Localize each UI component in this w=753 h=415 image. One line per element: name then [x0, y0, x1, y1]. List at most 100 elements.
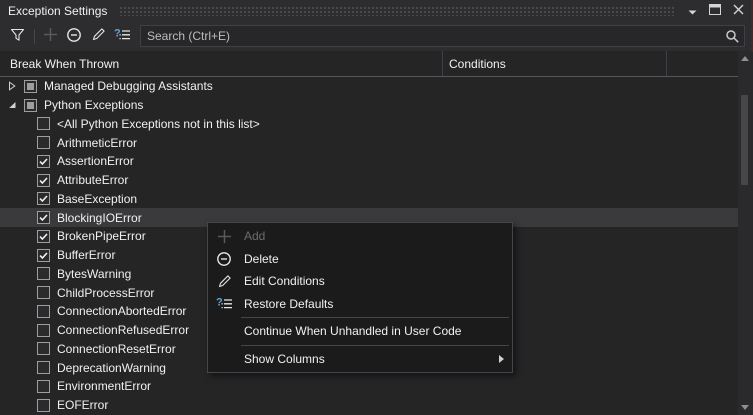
- indent: [8, 381, 30, 391]
- column-header-conditions[interactable]: Conditions: [443, 51, 667, 76]
- exception-label: BufferError: [57, 248, 115, 262]
- indent: [8, 156, 30, 166]
- menu-item-label: Restore Defaults: [244, 297, 333, 311]
- exception-label: AssertionError: [57, 154, 134, 168]
- exception-label: BytesWarning: [57, 267, 131, 281]
- column-header-label: Break When Thrown: [10, 57, 119, 71]
- exception-row[interactable]: <All Python Exceptions not in this list>: [0, 115, 738, 134]
- menu-item-show-columns[interactable]: Show Columns: [208, 348, 512, 371]
- delete-icon: [215, 251, 233, 267]
- menu-item-delete[interactable]: Delete: [208, 248, 512, 271]
- indent: [8, 344, 30, 354]
- exception-label: ConnectionRefusedError: [57, 323, 189, 337]
- exception-row[interactable]: EOFError: [0, 396, 738, 415]
- delete-exception-button[interactable]: [65, 27, 83, 45]
- exception-row[interactable]: ArithmeticError: [0, 133, 738, 152]
- menu-item-label: Continue When Unhandled in User Code: [244, 324, 461, 338]
- toolbar-separator: [34, 29, 35, 44]
- add-exception-button[interactable]: [41, 27, 59, 45]
- menu-item-edit-conditions[interactable]: Edit Conditions: [208, 270, 512, 293]
- exception-label: ConnectionAbortedError: [57, 304, 186, 318]
- scrollbar-thumb[interactable]: [741, 95, 748, 185]
- vertical-scrollbar[interactable]: [738, 51, 751, 415]
- exception-label: BrokenPipeError: [57, 229, 146, 243]
- search-input[interactable]: [141, 29, 723, 43]
- indent: [8, 325, 30, 335]
- exception-row[interactable]: Python Exceptions: [0, 96, 738, 115]
- checkbox-checked[interactable]: [37, 249, 50, 262]
- filter-icon: [10, 28, 25, 45]
- exception-label: EOFError: [57, 398, 108, 412]
- window-position-button[interactable]: [684, 3, 700, 19]
- exception-label: ArithmeticError: [57, 136, 137, 150]
- scroll-down-button[interactable]: [738, 400, 751, 415]
- drag-grip[interactable]: [119, 6, 674, 16]
- close-icon: [733, 4, 744, 18]
- indent: [8, 175, 30, 185]
- svg-text:?: ?: [216, 297, 223, 309]
- menu-item-label: Show Columns: [244, 352, 325, 366]
- exception-label: DeprecationWarning: [57, 361, 166, 375]
- menu-item-continue-when-unhandled-in-user-code[interactable]: Continue When Unhandled in User Code: [208, 320, 512, 343]
- edit-conditions-icon: [215, 274, 233, 289]
- menu-separator: [241, 345, 509, 346]
- checkbox-unchecked[interactable]: [37, 286, 50, 299]
- checkbox-checked[interactable]: [37, 230, 50, 243]
- collapsed-expander-icon[interactable]: [8, 81, 17, 91]
- menu-item-restore-defaults[interactable]: ? Restore Defaults: [208, 293, 512, 316]
- checkbox-unchecked[interactable]: [37, 399, 50, 412]
- maximize-button[interactable]: [707, 3, 723, 19]
- restore-defaults-button[interactable]: ?: [113, 27, 131, 45]
- checkbox-checked[interactable]: [37, 192, 50, 205]
- expanded-expander-icon[interactable]: [8, 100, 17, 110]
- checkbox-unchecked[interactable]: [37, 117, 50, 130]
- checkbox-unchecked[interactable]: [37, 267, 50, 280]
- checkbox-unchecked[interactable]: [37, 361, 50, 374]
- exception-row[interactable]: AssertionError: [0, 152, 738, 171]
- exception-label: EnvironmentError: [57, 379, 151, 393]
- restore-defaults-icon: ?: [215, 296, 233, 311]
- exception-row[interactable]: Managed Debugging Assistants: [0, 77, 738, 96]
- exception-label: Python Exceptions: [44, 98, 143, 112]
- indent: [8, 363, 30, 373]
- checkbox-indeterminate[interactable]: [24, 80, 37, 93]
- triangle-up-icon: [741, 56, 749, 61]
- exception-row[interactable]: AttributeError: [0, 171, 738, 190]
- exception-settings-window: Exception Settings ?: [0, 0, 753, 415]
- exception-row[interactable]: EnvironmentError: [0, 377, 738, 396]
- exception-label: BlockingIOError: [57, 211, 142, 225]
- exception-row[interactable]: BaseException: [0, 190, 738, 209]
- checkbox-unchecked[interactable]: [37, 342, 50, 355]
- titlebar: Exception Settings: [0, 0, 753, 21]
- scroll-up-button[interactable]: [738, 51, 751, 66]
- filter-button[interactable]: [8, 27, 26, 45]
- column-header-break-when-thrown[interactable]: Break When Thrown: [0, 51, 443, 76]
- add-icon: [43, 27, 58, 45]
- checkbox-checked[interactable]: [37, 211, 50, 224]
- menu-item-label: Delete: [244, 252, 279, 266]
- indent: [8, 119, 30, 129]
- search-icon: [723, 29, 741, 44]
- checkbox-unchecked[interactable]: [37, 380, 50, 393]
- checkbox-checked[interactable]: [37, 174, 50, 187]
- window-title: Exception Settings: [0, 4, 107, 18]
- toolbar: ?: [0, 21, 753, 51]
- menu-item-label: Edit Conditions: [244, 274, 325, 288]
- search-box: [140, 25, 745, 47]
- checkbox-unchecked[interactable]: [37, 305, 50, 318]
- exception-label: ConnectionResetError: [57, 342, 176, 356]
- checkbox-indeterminate[interactable]: [24, 99, 37, 112]
- edit-conditions-icon: [91, 27, 106, 45]
- restore-defaults-icon: ?: [114, 27, 131, 45]
- checkbox-checked[interactable]: [37, 155, 50, 168]
- close-button[interactable]: [730, 3, 746, 19]
- indent: [8, 250, 30, 260]
- checkbox-unchecked[interactable]: [37, 136, 50, 149]
- indent: [8, 288, 30, 298]
- exception-label: ChildProcessError: [57, 286, 154, 300]
- indent: [8, 194, 30, 204]
- menu-item-add[interactable]: Add: [208, 225, 512, 248]
- exception-label: BaseException: [57, 192, 137, 206]
- checkbox-unchecked[interactable]: [37, 324, 50, 337]
- edit-conditions-button[interactable]: [89, 27, 107, 45]
